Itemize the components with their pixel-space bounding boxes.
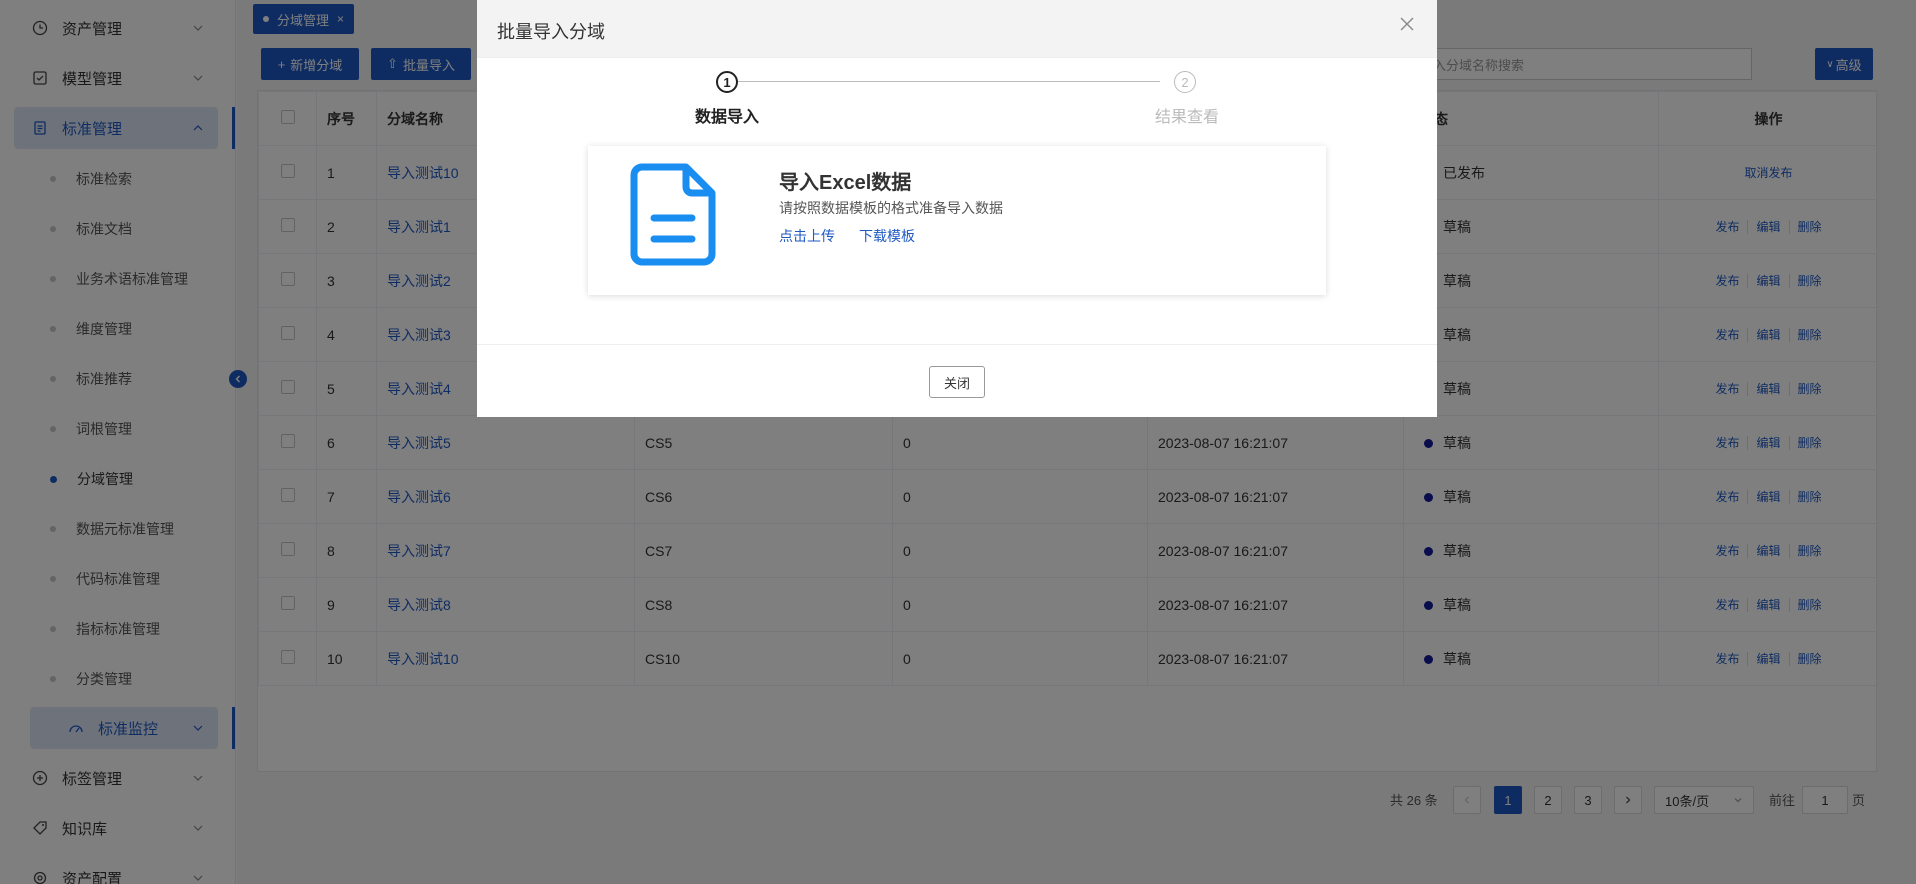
step-2-label: 结果查看 — [1155, 109, 1220, 126]
upload-link[interactable]: 点击上传 — [779, 226, 835, 246]
card-title: 导入Excel数据 — [779, 172, 912, 194]
batch-import-dialog: 批量导入分域 1 2 数据导入 结果查看 导入Excel数据 请按照数据模板的格… — [477, 0, 1437, 417]
step-connector — [727, 81, 1160, 82]
dialog-footer-divider — [477, 344, 1437, 345]
step-1-label: 数据导入 — [695, 109, 760, 126]
close-button[interactable]: 关闭 — [929, 366, 985, 398]
download-template-link[interactable]: 下载模板 — [859, 226, 915, 246]
card-description: 请按照数据模板的格式准备导入数据 — [779, 200, 1003, 216]
step-1-circle: 1 — [716, 71, 738, 93]
step-2-circle: 2 — [1174, 71, 1196, 93]
dialog-title: 批量导入分域 — [497, 22, 605, 42]
close-icon[interactable] — [1399, 16, 1415, 32]
file-icon — [630, 163, 716, 266]
dialog-header: 批量导入分域 — [477, 0, 1437, 58]
import-excel-card: 导入Excel数据 请按照数据模板的格式准备导入数据 点击上传 下载模板 — [588, 146, 1326, 295]
